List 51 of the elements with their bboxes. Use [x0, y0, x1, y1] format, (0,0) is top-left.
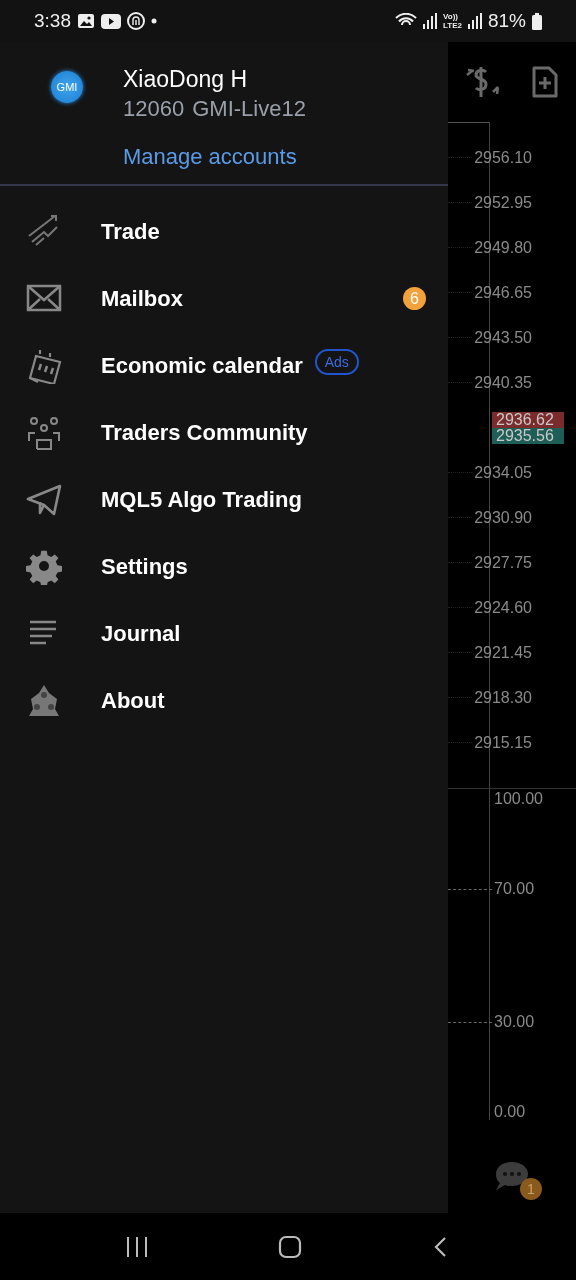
menu-item[interactable]: Traders Community: [0, 399, 448, 466]
account-number: 12060: [123, 95, 185, 123]
network-label: Vo)) LTE2: [443, 12, 462, 30]
gear-icon: [25, 548, 63, 585]
dot-icon: [151, 18, 157, 24]
chat-icon[interactable]: [494, 1160, 530, 1192]
unread-badge: 6: [403, 287, 426, 310]
indicator-label: 70.00: [493, 880, 535, 898]
price-label: 2956.10: [473, 148, 532, 167]
new-document-icon[interactable]: [532, 66, 558, 98]
indicator-label: 100.00: [493, 790, 543, 808]
indicator-label: 30.00: [493, 1013, 535, 1031]
menu-item[interactable]: Journal: [0, 600, 448, 667]
signal-icon: [467, 13, 482, 29]
recent-apps-icon[interactable]: [124, 1235, 149, 1258]
battery-icon: [532, 12, 542, 30]
server-name: GMI-Live12: [192, 95, 306, 123]
menu-item[interactable]: MQL5 Algo Trading: [0, 466, 448, 533]
menu-item[interactable]: Economic calendar Ads: [0, 332, 448, 399]
price-label: 2943.50: [473, 328, 532, 347]
price-label: 2921.45: [473, 643, 532, 662]
price-label: 2940.35: [473, 373, 532, 392]
manage-accounts-link[interactable]: Manage accounts: [123, 144, 297, 170]
account-name: XiaoDong H: [123, 65, 249, 94]
menu-item[interactable]: Settings: [0, 533, 448, 600]
price-label: 2946.65: [473, 283, 532, 302]
people-icon: [25, 414, 63, 451]
price-label: 2927.75: [473, 553, 532, 572]
home-icon[interactable]: [278, 1234, 302, 1259]
price-label: 2918.30: [473, 688, 532, 707]
price-label: 2924.60: [473, 598, 532, 617]
price-tag: 2936.62: [492, 412, 564, 428]
signal-icon: [423, 13, 437, 29]
dollar-exchange-icon[interactable]: [464, 65, 500, 99]
menu-item[interactable]: Trade: [0, 198, 448, 265]
image-icon: [77, 13, 95, 29]
menu-item[interactable]: Mailbox 6: [0, 265, 448, 332]
price-label: 2934.05: [473, 463, 532, 482]
price-label: 2952.95: [473, 193, 532, 212]
price-label: 2949.80: [473, 238, 532, 257]
price-label: 2930.90: [473, 508, 532, 527]
chat-badge: 1: [520, 1178, 542, 1200]
price-label: 2915.15: [473, 733, 532, 752]
indicator-label: 0.00: [493, 1103, 526, 1121]
play-icon: [101, 13, 121, 29]
clock: 3:38: [34, 10, 71, 32]
battery-percent: 81%: [487, 10, 526, 32]
ads-tag: Ads: [314, 348, 359, 375]
fingerprint-icon: [127, 12, 145, 30]
menu-item[interactable]: About: [0, 667, 448, 734]
price-tag: 2935.56: [492, 428, 564, 444]
